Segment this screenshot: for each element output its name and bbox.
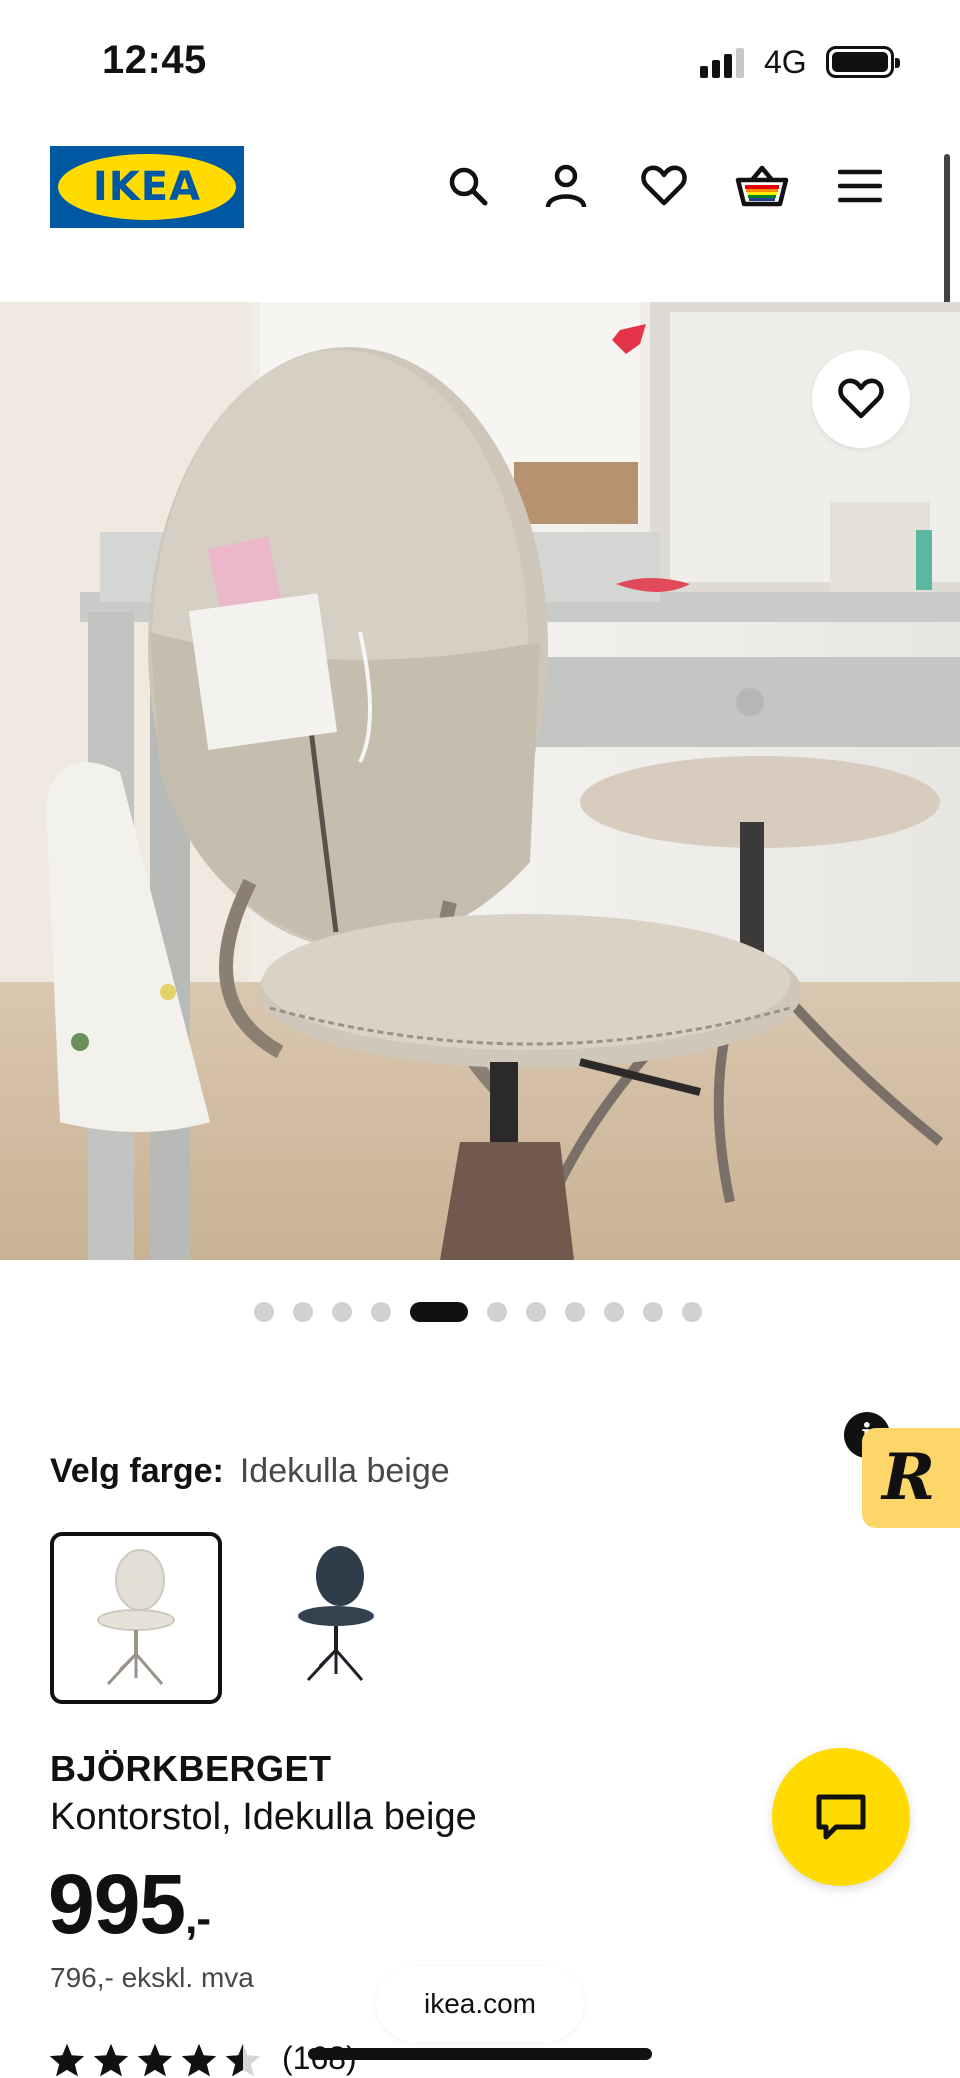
price-excluding-vat: 796,- ekskl. mva	[50, 1962, 254, 1993]
chair-thumbnail-beige	[97, 1549, 175, 1686]
status-time: 12:45	[102, 38, 207, 82]
selected-color-name: Idekulla beige	[239, 1452, 450, 1490]
carousel-dot[interactable]	[487, 1302, 507, 1322]
home-indicator[interactable]	[308, 2048, 652, 2060]
account-icon[interactable]	[536, 156, 596, 216]
carousel-dot[interactable]	[682, 1302, 702, 1322]
site-header: IKEA	[0, 130, 960, 250]
carousel-dot-active[interactable]	[410, 1302, 468, 1322]
carousel-dot[interactable]	[604, 1302, 624, 1322]
carousel-dot[interactable]	[371, 1302, 391, 1322]
ikea-logo[interactable]: IKEA	[50, 146, 244, 228]
star-icon	[137, 2043, 173, 2077]
carousel-dot[interactable]	[526, 1302, 546, 1322]
color-swatch-blue[interactable]	[242, 1532, 414, 1704]
carousel-pagination	[0, 1300, 960, 1324]
battery-icon	[826, 46, 900, 78]
carousel-dot[interactable]	[332, 1302, 352, 1322]
search-icon[interactable]	[438, 156, 498, 216]
color-swatch-beige[interactable]	[50, 1532, 222, 1704]
browser-url-bar[interactable]: ikea.com	[376, 1966, 584, 2042]
carousel-dot[interactable]	[254, 1302, 274, 1322]
network-type: 4G	[764, 44, 807, 80]
star-icon	[181, 2043, 217, 2077]
rating-stars[interactable]	[48, 2042, 262, 2078]
add-to-favorites-button[interactable]	[812, 350, 910, 448]
price-suffix: ,-	[185, 1894, 211, 1943]
chair-photo	[0, 302, 960, 1260]
product-price: 995,-	[48, 1856, 211, 1953]
chat-icon	[816, 1794, 866, 1840]
color-selection-row: Velg farge: Idekulla beige	[50, 1452, 450, 1491]
heart-icon[interactable]	[634, 156, 694, 216]
product-image[interactable]	[0, 302, 960, 1260]
chat-button[interactable]	[772, 1748, 910, 1886]
menu-icon[interactable]	[830, 156, 890, 216]
assistant-logo-icon: R	[882, 1440, 936, 1515]
chair-thumbnail-blue	[298, 1546, 374, 1682]
status-bar: 12:45 4G	[0, 0, 960, 120]
product-name: BJÖRKBERGET	[50, 1748, 332, 1789]
star-icon	[225, 2043, 261, 2077]
price-value: 995	[48, 1857, 186, 1951]
star-icon	[93, 2043, 129, 2077]
heart-icon	[838, 378, 884, 419]
basket-icon[interactable]	[732, 156, 792, 216]
carousel-dot[interactable]	[565, 1302, 585, 1322]
product-description: Kontorstol, Idekulla beige	[50, 1796, 477, 1838]
assistant-badge[interactable]: R	[862, 1428, 960, 1528]
star-icon	[49, 2043, 85, 2077]
logo-text: IKEA	[92, 164, 202, 210]
carousel-dot[interactable]	[643, 1302, 663, 1322]
carousel-dot[interactable]	[293, 1302, 313, 1322]
color-label: Velg farge:	[50, 1452, 224, 1490]
signal-icon	[700, 48, 748, 78]
